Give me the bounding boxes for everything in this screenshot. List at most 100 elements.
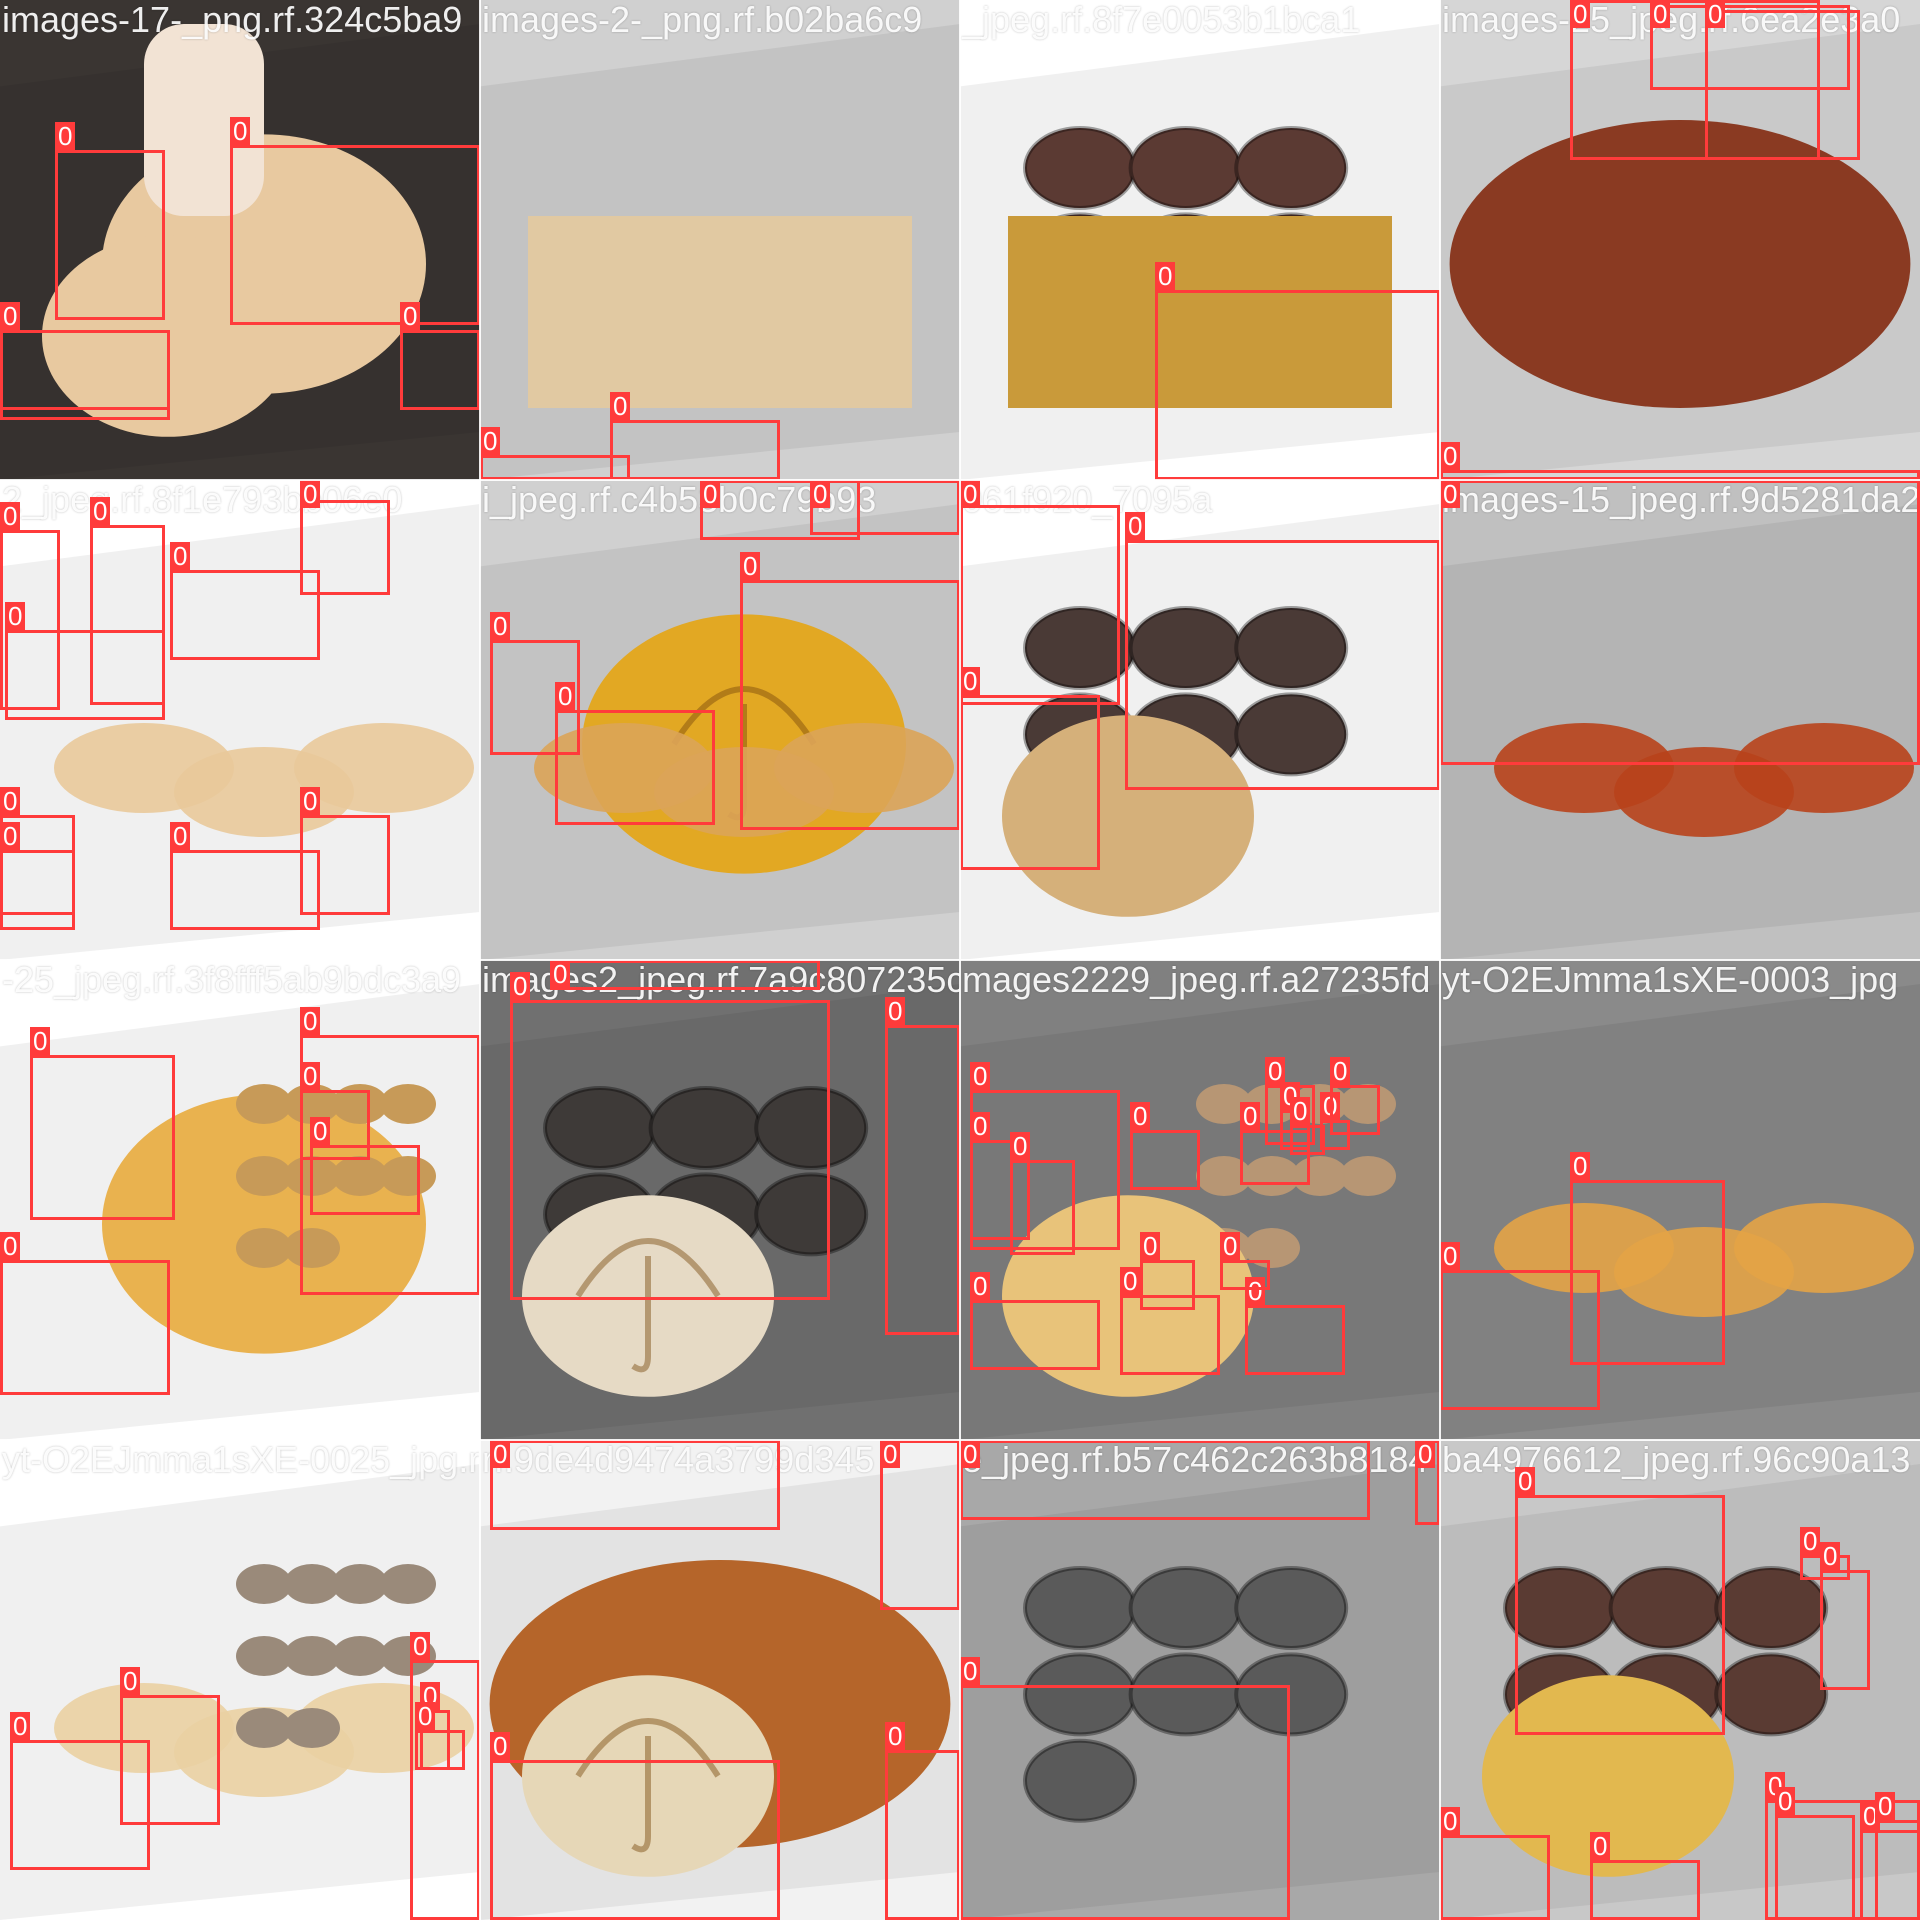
tile-filename-label: images-2-_png.rf.b02ba6c9 — [482, 0, 923, 40]
class-tag: 0 — [970, 1112, 991, 1140]
detection-box — [490, 1760, 780, 1920]
tile-filename-label: ba4976612_jpeg.rf.96c90a13 — [1442, 1440, 1911, 1480]
class-tag: 0 — [300, 1062, 321, 1090]
class-tag: 0 — [400, 302, 421, 330]
class-tag: 0 — [960, 480, 981, 508]
mosaic-tile: 061f920_7095a 0 0 0 — [960, 480, 1440, 960]
class-tag: 0 — [700, 480, 721, 508]
class-tag: 0 — [1570, 0, 1591, 28]
detection-box — [1130, 1130, 1200, 1190]
class-tag: 0 — [1290, 1097, 1311, 1125]
detection-box — [30, 1055, 175, 1220]
detection-box — [885, 1750, 960, 1920]
class-tag: 0 — [415, 1702, 436, 1730]
detection-box — [960, 1440, 1370, 1520]
detection-box — [1155, 290, 1440, 480]
detection-box — [960, 695, 1100, 870]
tile-filename-label: _jpeg.rf.8f7e0053b1bca1 — [962, 0, 1361, 40]
class-tag: 0 — [610, 392, 631, 420]
class-tag: 0 — [170, 542, 191, 570]
mosaic-tile: images-2-_png.rf.b02ba6c9 0 0 — [480, 0, 960, 480]
mosaic-tile: yt-O2EJmma1sXE-0003_jpg 0 0 — [1440, 960, 1920, 1440]
class-tag: 0 — [550, 960, 571, 988]
tile-filename-label: yt-O2EJmma1sXE-0003_jpg — [1442, 960, 1899, 1000]
class-tag: 0 — [1220, 1232, 1241, 1260]
detection-box — [0, 1260, 170, 1395]
class-tag: 0 — [1440, 442, 1461, 470]
class-tag: 0 — [810, 480, 831, 508]
detection-box — [1590, 1860, 1700, 1920]
class-tag: 0 — [970, 1272, 991, 1300]
detection-box — [480, 455, 630, 480]
class-tag: 0 — [230, 117, 251, 145]
class-tag: 0 — [490, 612, 511, 640]
tile-filename-label: mages2229_jpeg.rf.a27235fd — [962, 960, 1431, 1000]
class-tag: 0 — [1140, 1232, 1161, 1260]
detection-box — [1440, 1835, 1550, 1920]
class-tag: 0 — [960, 667, 981, 695]
class-tag: 0 — [960, 1440, 981, 1468]
mosaic-tile: mages2229_jpeg.rf.a27235fd 0 0 0 0 0 0 0 0 0 0 0 0 0 0… — [960, 960, 1440, 1440]
detection-box — [490, 1440, 780, 1530]
mosaic-grid: images-17-_png.rf.324c5ba900000images-2-… — [0, 0, 1920, 1920]
detection-box — [1775, 1815, 1855, 1920]
detection-box — [1705, 10, 1860, 160]
detection-box — [1245, 1305, 1345, 1375]
class-tag: 0 — [885, 997, 906, 1025]
detection-box — [1140, 1260, 1195, 1310]
class-tag: 0 — [1775, 1787, 1796, 1815]
class-tag: 0 — [90, 497, 111, 525]
tile-divider-horizontal — [0, 959, 1920, 961]
tile-divider-vertical — [1439, 0, 1441, 1920]
class-tag: 0 — [10, 1712, 31, 1740]
class-tag: 0 — [480, 427, 501, 455]
class-tag: 0 — [1155, 262, 1176, 290]
mosaic-tile: 2_jpeg.rf.8f1e793bb06e0 0 0 0 0 0 0 0 0 0 — [0, 480, 480, 960]
detection-box — [960, 1685, 1290, 1920]
mosaic-tile: images-15_jpeg.rf.9d5281da2 0 — [1440, 480, 1920, 960]
detection-box — [55, 150, 165, 320]
mosaic-tile: -25_jpeg.rf.3f8fff5ab9bdc3a9 0 0 0 0 0 — [0, 960, 480, 1440]
detection-box — [300, 815, 390, 915]
detection-box — [1570, 1180, 1725, 1365]
food-stew — [1449, 120, 1911, 408]
class-tag: 0 — [960, 1657, 981, 1685]
detection-box — [230, 145, 480, 325]
class-tag: 0 — [885, 1722, 906, 1750]
class-tag: 0 — [1705, 0, 1726, 28]
class-tag: 0 — [1120, 1267, 1141, 1295]
class-tag: 0 — [555, 682, 576, 710]
tile-photo — [480, 24, 960, 480]
class-tag: 0 — [0, 1232, 21, 1260]
class-tag: 0 — [5, 602, 26, 630]
class-tag: 0 — [0, 787, 21, 815]
detection-box — [740, 580, 960, 830]
class-tag: 0 — [300, 480, 321, 508]
class-tag: 0 — [1130, 1102, 1151, 1130]
mosaic-tile: i_jpeg.rf.c4b53b0c79b93 0 0 0 0 0 — [480, 480, 960, 960]
detection-box — [960, 505, 1120, 705]
tile-filename-label: images-17-_png.rf.324c5ba9 — [2, 0, 463, 40]
detection-box — [1515, 1495, 1725, 1735]
detection-box — [555, 710, 715, 825]
detection-box — [810, 480, 960, 535]
class-tag: 0 — [1330, 1057, 1351, 1085]
mosaic-tile: e_jpeg.rf.b57c462c263b8184 0 0 0 — [960, 1440, 1440, 1920]
detection-box — [550, 960, 820, 990]
class-tag: 0 — [310, 1117, 331, 1145]
detection-box — [1875, 1820, 1920, 1920]
class-tag: 0 — [1515, 1467, 1536, 1495]
detection-box — [415, 1730, 465, 1770]
mosaic-tile: images-25_jpeg.rf.6ea2e3a0 0 0 0 0 — [1440, 0, 1920, 480]
class-tag: 0 — [1650, 0, 1671, 28]
class-tag: 0 — [30, 1027, 51, 1055]
class-tag: 0 — [1415, 1440, 1436, 1468]
class-tag: 0 — [1440, 480, 1461, 508]
class-tag: 0 — [490, 1440, 511, 1468]
class-tag: 0 — [970, 1062, 991, 1090]
detection-box — [1330, 1085, 1380, 1135]
mosaic-tile: _jpeg.rf.8f7e0053b1bca1 0 — [960, 0, 1440, 480]
detection-box — [400, 330, 480, 410]
class-tag: 0 — [490, 1732, 511, 1760]
class-tag: 0 — [0, 502, 21, 530]
